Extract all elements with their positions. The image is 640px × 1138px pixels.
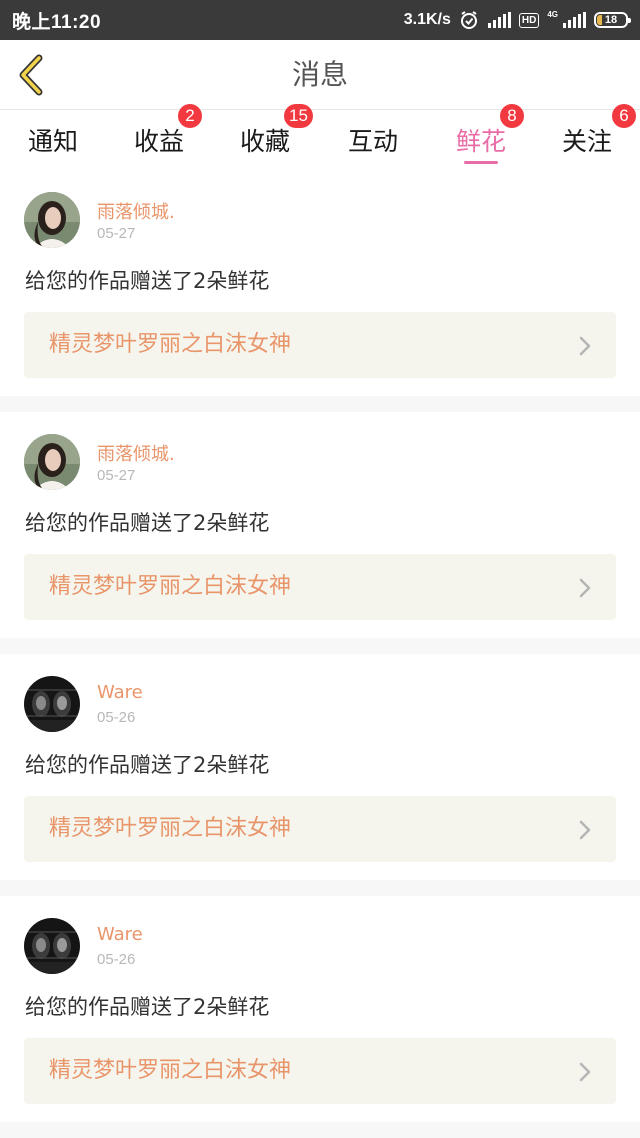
page-title: 消息 [291,58,348,91]
message-date: 05-26 [97,951,136,968]
tab-label: 互动 [347,127,398,156]
tab-interactions[interactable]: 互动 [320,110,426,170]
tab-underline [464,161,498,164]
network-type-label: 4G [547,10,558,19]
work-link[interactable]: 精灵梦叶罗丽之白沫女神 [24,554,616,620]
message-date: 05-26 [97,709,136,726]
tab-label: 鲜花 [455,127,506,156]
avatar[interactable] [24,192,80,248]
tab-bar: 通知 收益 2 收藏 15 互动 鲜花 8 关注 6 [0,104,640,170]
tab-badge: 2 [178,104,202,128]
work-title: 精灵梦叶罗丽之白沫女神 [49,574,292,599]
work-title: 精灵梦叶罗丽之白沫女神 [49,816,292,841]
tab-notifications[interactable]: 通知 [0,110,106,170]
message-text: 给您的作品赠送了2朵鲜花 [25,269,270,293]
battery-fill [597,15,602,25]
signal-icon [487,12,511,28]
avatar[interactable] [24,918,80,974]
chevron-right-icon [579,336,591,356]
message-card: 雨落倾城. 05-27 给您的作品赠送了2朵鲜花 精灵梦叶罗丽之白沫女神 [0,170,640,396]
tab-favorites[interactable]: 收藏 15 [212,104,318,170]
sender-name[interactable]: Ware [97,924,143,945]
status-indicators: 3.1K/s HD 4G 18 [403,10,631,30]
avatar[interactable] [24,676,80,732]
battery-icon: 18 [594,12,631,28]
tab-label: 通知 [27,127,78,156]
message-date: 05-27 [97,225,136,242]
tab-badge: 6 [612,104,636,128]
network-speed: 3.1K/s [403,11,451,28]
message-text: 给您的作品赠送了2朵鲜花 [25,753,270,777]
message-card: 雨落倾城. 05-27 给您的作品赠送了2朵鲜花 精灵梦叶罗丽之白沫女神 [0,412,640,638]
tab-flowers[interactable]: 鲜花 8 [428,104,534,170]
battery-level: 18 [604,14,618,26]
hd-icon: HD [518,12,540,28]
message-text: 给您的作品赠送了2朵鲜花 [25,511,270,535]
tab-badge: 8 [500,104,524,128]
work-link[interactable]: 精灵梦叶罗丽之白沫女神 [24,796,616,862]
sender-name[interactable]: 雨落倾城. [97,440,175,466]
status-bar: 晚上11:20 3.1K/s HD 4G 18 [0,0,640,40]
message-text: 给您的作品赠送了2朵鲜花 [25,995,270,1019]
chevron-right-icon [579,578,591,598]
signal-4g-icon [562,12,586,28]
message-card: Ware 05-26 给您的作品赠送了2朵鲜花 精灵梦叶罗丽之白沫女神 [0,654,640,880]
tab-follows[interactable]: 关注 6 [534,104,640,170]
sender-name[interactable]: 雨落倾城. [97,198,175,224]
sender-name[interactable]: Ware [97,682,143,703]
alarm-icon [459,10,479,30]
tab-earnings[interactable]: 收益 2 [106,104,212,170]
tab-label: 收益 [133,127,184,156]
avatar[interactable] [24,434,80,490]
work-title: 精灵梦叶罗丽之白沫女神 [49,1058,292,1083]
status-time: 晚上11:20 [12,11,102,33]
work-title: 精灵梦叶罗丽之白沫女神 [49,332,292,357]
work-link[interactable]: 精灵梦叶罗丽之白沫女神 [24,312,616,378]
chevron-right-icon [579,1062,591,1082]
title-bar: 消息 [0,40,640,110]
message-date: 05-27 [97,467,136,484]
chevron-right-icon [579,820,591,840]
message-card: Ware 05-26 给您的作品赠送了2朵鲜花 精灵梦叶罗丽之白沫女神 [0,896,640,1122]
work-link[interactable]: 精灵梦叶罗丽之白沫女神 [24,1038,616,1104]
tab-badge: 15 [284,104,313,128]
